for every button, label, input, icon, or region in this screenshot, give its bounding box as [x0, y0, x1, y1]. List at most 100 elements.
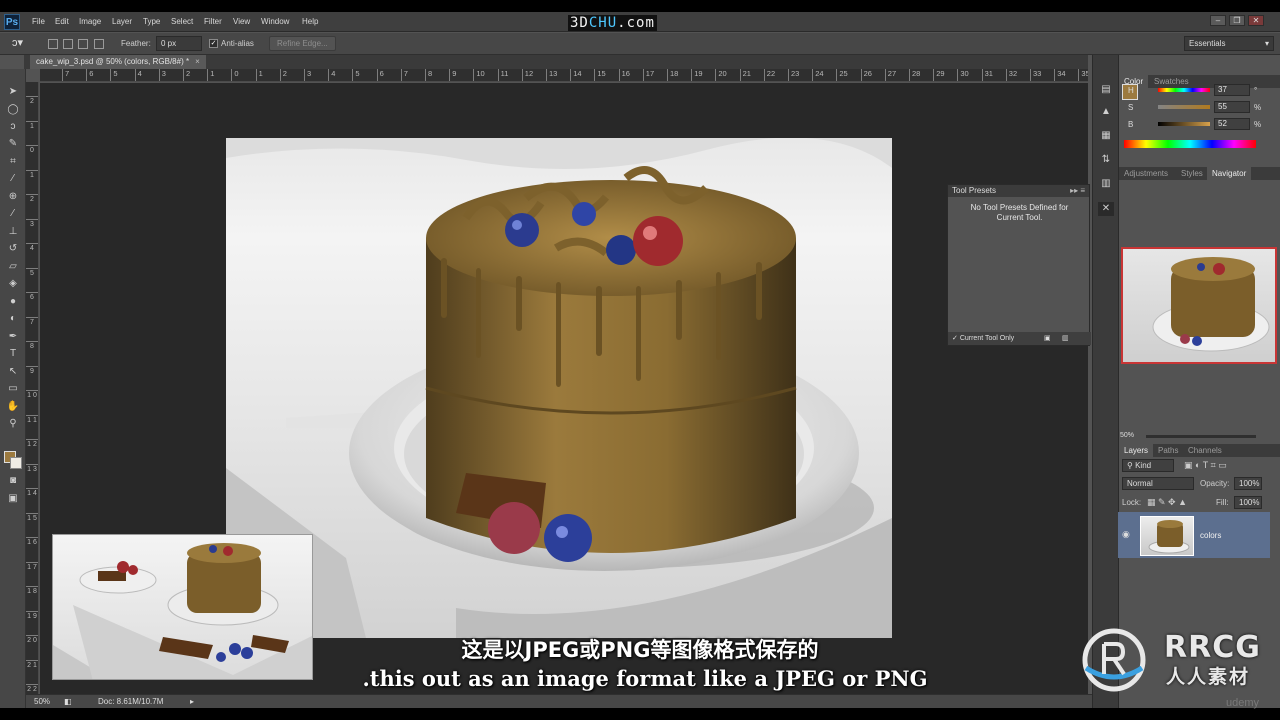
close-button[interactable]: ✕: [1248, 15, 1264, 26]
new-selection-icon[interactable]: [48, 39, 58, 49]
feather-input[interactable]: 0 px: [156, 36, 202, 51]
crop-tool-icon[interactable]: ⌗: [5, 155, 21, 169]
actions-icon[interactable]: ▲: [1098, 105, 1114, 119]
chevron-down-icon: ▾: [1264, 39, 1269, 48]
navigator-zoom-slider[interactable]: [1146, 435, 1256, 438]
marquee-tool-icon[interactable]: ◯: [5, 103, 21, 117]
brightness-slider[interactable]: [1158, 122, 1210, 126]
menu-select[interactable]: Select: [171, 17, 193, 26]
tool-presets-header[interactable]: Tool Presets ▸▸ ≡: [948, 185, 1089, 197]
blend-mode-select[interactable]: Normal: [1122, 477, 1194, 490]
tab-adjustments[interactable]: Adjustments: [1119, 167, 1173, 180]
refine-edge-button[interactable]: Refine Edge...: [269, 36, 336, 51]
workspace-select[interactable]: Essentials ▾: [1184, 36, 1274, 51]
subtract-selection-icon[interactable]: [78, 39, 88, 49]
background-color-swatch[interactable]: [10, 457, 22, 469]
status-doc-size: Doc: 8.61M/10.7M: [98, 697, 164, 706]
eyedropper-icon[interactable]: ⁄: [5, 172, 21, 186]
dodge-tool-icon[interactable]: ◐: [5, 312, 21, 326]
paint-bucket-icon[interactable]: ◈: [5, 277, 21, 291]
color-ramp[interactable]: [1124, 140, 1256, 148]
menu-filter[interactable]: Filter: [204, 17, 222, 26]
quick-mask-icon[interactable]: ◙: [5, 474, 21, 488]
intersect-selection-icon[interactable]: [94, 39, 104, 49]
tab-layers[interactable]: Layers: [1119, 444, 1154, 457]
trash-icon[interactable]: ▥: [1062, 332, 1069, 345]
tool-presets-message: No Tool Presets Defined for Current Tool…: [970, 203, 1069, 222]
menu-type[interactable]: Type: [143, 17, 160, 26]
history-brush-icon[interactable]: ↺: [5, 242, 21, 256]
adjustments-icon[interactable]: ⇅: [1098, 153, 1114, 167]
move-tool-icon[interactable]: ➤: [5, 85, 21, 99]
tab-channels[interactable]: Channels: [1183, 444, 1227, 457]
toolbox: ➤ ◯ ↄ ✎ ⌗ ⁄ ⊕ ⁄ ⊥ ↺ ▱ ◈ ● ◐ ✒ T ↖ ▭ ✋ ⚲ …: [0, 69, 26, 708]
tab-navigator[interactable]: Navigator: [1207, 167, 1252, 180]
history-icon[interactable]: ▤: [1098, 83, 1114, 97]
layer-row-colors[interactable]: ◉ colors: [1118, 512, 1270, 558]
ruler-tick: 24: [812, 69, 824, 81]
menu-view[interactable]: View: [233, 17, 250, 26]
eraser-icon[interactable]: ▱: [5, 260, 21, 274]
lock-icons[interactable]: ▦ ✎ ✥ ▲: [1147, 497, 1187, 508]
brush-tool-icon[interactable]: ⁄: [5, 207, 21, 221]
status-zoom[interactable]: 50%: [34, 695, 50, 708]
lasso-icon[interactable]: ↄ▾: [12, 37, 30, 49]
lasso-tool-icon[interactable]: ↄ: [5, 120, 21, 134]
layer-filter-kind[interactable]: ⚲ Kind: [1122, 459, 1174, 472]
restore-button[interactable]: ❐: [1229, 15, 1245, 26]
menu-help[interactable]: Help: [302, 17, 318, 26]
screen-mode-icon[interactable]: ▣: [5, 492, 21, 506]
navigator-thumbnail[interactable]: [1121, 247, 1277, 364]
hue-slider[interactable]: [1158, 88, 1210, 92]
clone-stamp-icon[interactable]: ⊥: [5, 225, 21, 239]
tab-styles[interactable]: Styles: [1176, 167, 1208, 180]
menu-edit[interactable]: Edit: [55, 17, 69, 26]
kind-label: Kind: [1135, 461, 1152, 470]
quick-select-icon[interactable]: ✎: [5, 137, 21, 151]
workspace-label: Essentials: [1189, 39, 1226, 48]
cake-artwork[interactable]: [226, 138, 892, 638]
menu-bar: Ps File Edit Image Layer Type Select Fil…: [0, 12, 1280, 32]
ruler-tick: 21: [739, 69, 751, 81]
layer-name[interactable]: colors: [1200, 531, 1221, 540]
new-preset-icon[interactable]: ▣: [1044, 332, 1051, 345]
minimize-button[interactable]: –: [1210, 15, 1226, 26]
navigator-zoom[interactable]: 50%: [1120, 432, 1134, 439]
add-selection-icon[interactable]: [63, 39, 73, 49]
brand-watermark: RRCG 人人素材: [1076, 626, 1276, 696]
opacity-input[interactable]: 100%: [1234, 477, 1262, 490]
eye-icon[interactable]: ◉: [1122, 529, 1130, 540]
path-select-icon[interactable]: ↖: [5, 365, 21, 379]
site-watermark: 3DCHU.com: [568, 15, 657, 31]
document-tab[interactable]: cake_wip_3.psd @ 50% (colors, RGB/8#) * ×: [30, 55, 206, 69]
brush-presets-icon[interactable]: ▥: [1098, 177, 1114, 191]
close-tab-icon[interactable]: ×: [195, 57, 200, 66]
menu-image[interactable]: Image: [79, 17, 101, 26]
zoom-tool-icon[interactable]: ⚲: [5, 417, 21, 431]
hue-input[interactable]: 37: [1214, 84, 1250, 96]
blur-tool-icon[interactable]: ●: [5, 295, 21, 309]
tab-paths[interactable]: Paths: [1153, 444, 1183, 457]
tool-presets-panel: Tool Presets ▸▸ ≡ No Tool Presets Define…: [947, 184, 1091, 346]
current-tool-only-checkbox[interactable]: ✓: [952, 335, 960, 342]
pen-tool-icon[interactable]: ✒: [5, 330, 21, 344]
antialias-checkbox[interactable]: ✓: [209, 39, 218, 48]
saturation-slider[interactable]: [1158, 105, 1210, 109]
status-menu-arrow-icon[interactable]: ▸: [190, 695, 194, 708]
healing-brush-icon[interactable]: ⊕: [5, 190, 21, 204]
menu-layer[interactable]: Layer: [112, 17, 132, 26]
menu-file[interactable]: File: [32, 17, 45, 26]
hand-tool-icon[interactable]: ✋: [5, 400, 21, 414]
saturation-input[interactable]: 55: [1214, 101, 1250, 113]
properties-icon[interactable]: ▦: [1098, 129, 1114, 143]
status-export-icon[interactable]: ◧: [64, 695, 72, 708]
type-tool-icon[interactable]: T: [5, 347, 21, 361]
fill-input[interactable]: 100%: [1234, 496, 1262, 509]
layer-filter-icons[interactable]: ▣ ◐ T ⌗ ▭: [1184, 460, 1227, 471]
tab-swatches[interactable]: Swatches: [1149, 75, 1194, 88]
shape-tool-icon[interactable]: ▭: [5, 382, 21, 396]
brightness-input[interactable]: 52: [1214, 118, 1250, 130]
panel-menu-icon[interactable]: ▸▸ ≡: [1070, 185, 1085, 197]
menu-window[interactable]: Window: [261, 17, 289, 26]
tool-presets-icon[interactable]: ✕: [1098, 202, 1114, 216]
